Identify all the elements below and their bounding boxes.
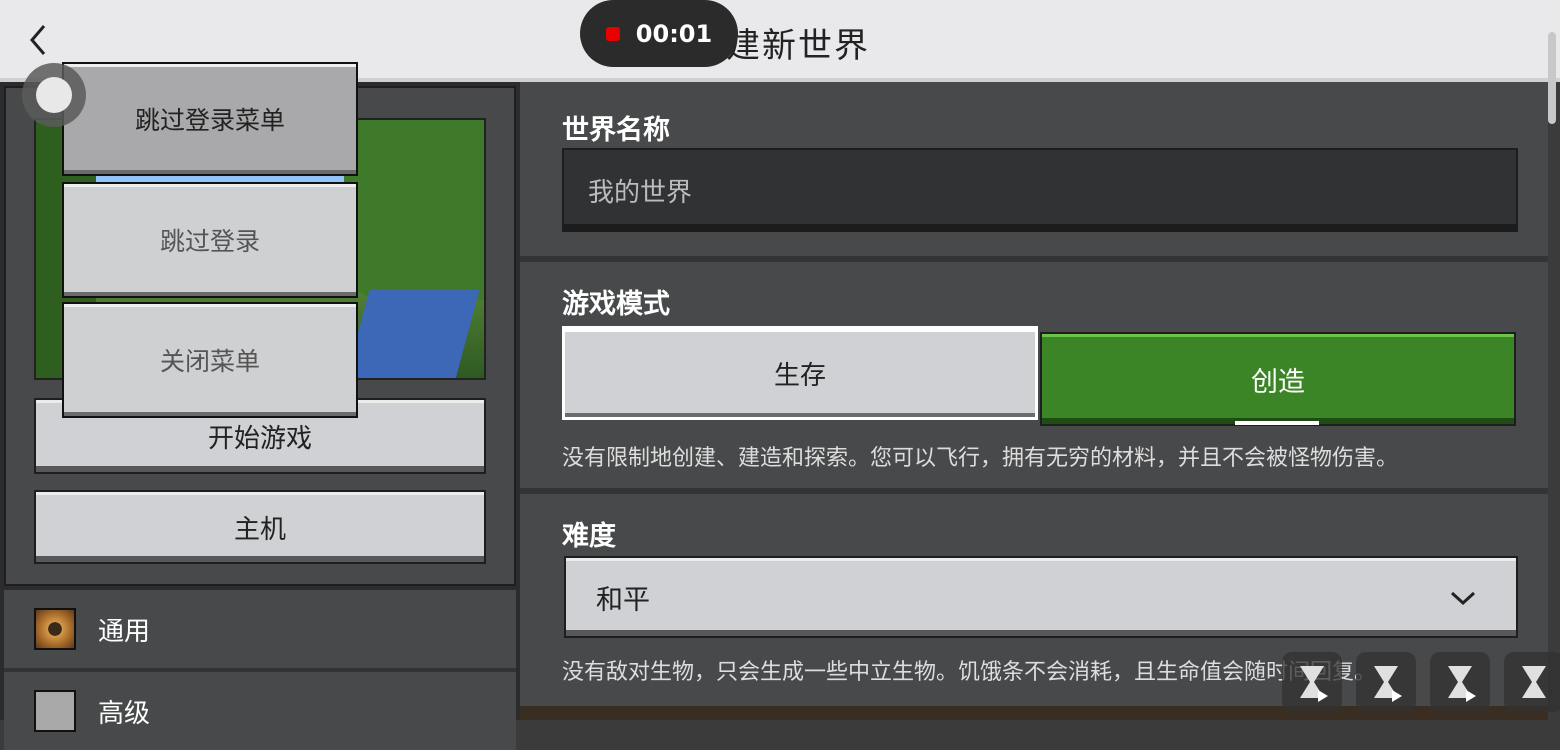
recording-indicator[interactable]: 00:01 bbox=[580, 0, 738, 67]
selected-indicator bbox=[1235, 421, 1319, 425]
recording-time: 00:01 bbox=[635, 19, 713, 48]
record-dot-icon bbox=[605, 26, 620, 41]
section-divider bbox=[520, 256, 1548, 262]
skip-login-menu-button[interactable]: 跳过登录菜单 bbox=[62, 62, 358, 176]
game-mode-description: 没有限制地创建、建造和探索。您可以飞行，拥有无穷的材料，并且不会被怪物伤害。 bbox=[562, 446, 1399, 471]
host-button[interactable]: 主机 bbox=[34, 490, 486, 564]
gear-icon bbox=[34, 608, 76, 650]
mode-survival-button[interactable]: 生存 bbox=[562, 326, 1038, 420]
advanced-settings-icon bbox=[34, 690, 76, 732]
world-name-input[interactable]: 我的世界 bbox=[562, 148, 1518, 232]
mode-creative-button[interactable]: 创造 bbox=[1040, 332, 1516, 426]
difficulty-value: 和平 bbox=[596, 584, 650, 616]
section-divider bbox=[520, 488, 1548, 494]
difficulty-label: 难度 bbox=[562, 521, 616, 552]
tree-shape bbox=[344, 120, 484, 300]
scrollbar[interactable] bbox=[1548, 32, 1556, 124]
chevron-down-icon bbox=[1450, 591, 1476, 606]
hourglass-play-icon[interactable] bbox=[1430, 652, 1490, 712]
hourglass-play-icon[interactable] bbox=[1282, 652, 1342, 712]
hourglass-play-icon[interactable] bbox=[1356, 652, 1416, 712]
skip-login-button[interactable]: 跳过登录 bbox=[62, 182, 358, 298]
close-menu-button[interactable]: 关闭菜单 bbox=[62, 302, 358, 418]
floating-menu-handle[interactable] bbox=[22, 63, 86, 127]
game-mode-label: 游戏模式 bbox=[562, 289, 670, 320]
sidebar-item-general[interactable]: 通用 bbox=[4, 590, 516, 668]
handle-dot-icon bbox=[36, 77, 72, 113]
water-shape bbox=[342, 290, 480, 378]
hourglass-icon[interactable] bbox=[1504, 652, 1560, 712]
sidebar-item-label: 通用 bbox=[98, 616, 151, 647]
difficulty-dropdown[interactable]: 和平 bbox=[564, 556, 1518, 638]
difficulty-description: 没有敌对生物，只会生成一些中立生物。饥饿条不会消耗，且生命值会随时间回复。 bbox=[562, 660, 1377, 685]
sidebar-item-label: 高级 bbox=[98, 698, 151, 729]
page-title: 创建新世界 bbox=[690, 26, 870, 66]
sidebar-item-advanced[interactable]: 高级 bbox=[4, 672, 516, 750]
world-name-label: 世界名称 bbox=[562, 115, 670, 146]
overlay-toolbar bbox=[1282, 652, 1560, 712]
